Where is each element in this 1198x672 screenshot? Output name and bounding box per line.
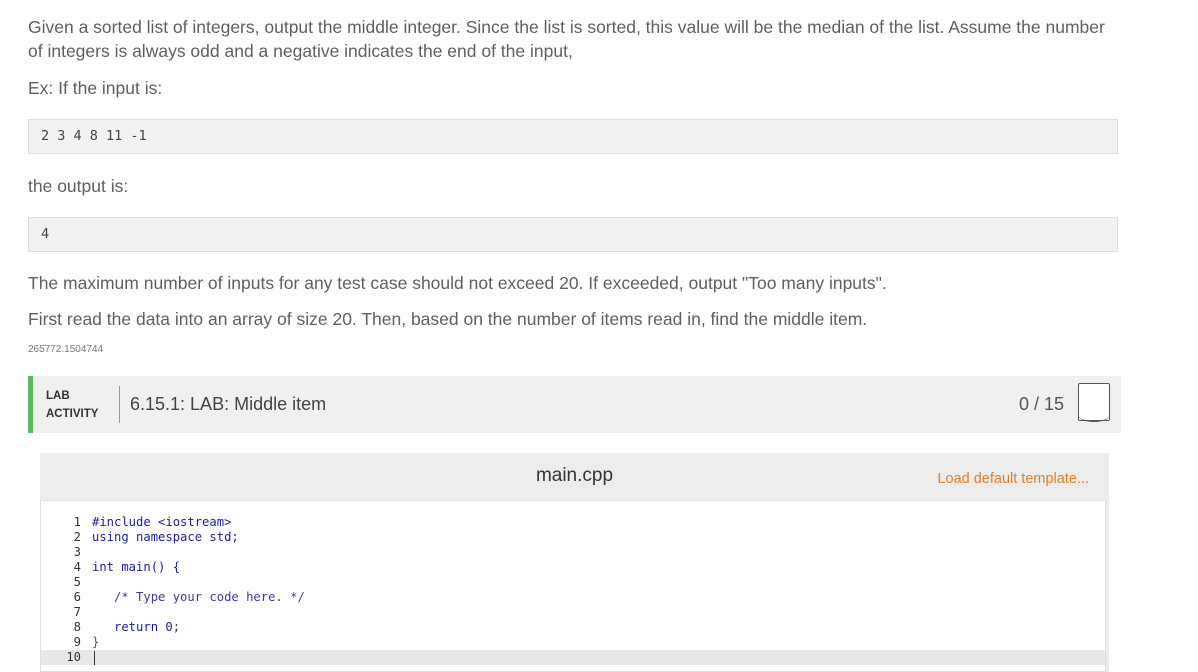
lab-activity-panel: LAB ACTIVITY 6.15.1: LAB: Middle item 0 …	[28, 376, 1121, 672]
problem-id-code: 265772.1504744	[28, 344, 104, 355]
editor-file-bar: main.cpp Load default template...	[40, 453, 1109, 500]
score-badge-icon	[1077, 383, 1110, 422]
lab-header: LAB ACTIVITY 6.15.1: LAB: Middle item 0 …	[28, 376, 1121, 433]
text-cursor	[94, 650, 95, 665]
lab-tag-line2: ACTIVITY	[46, 408, 99, 420]
code-line[interactable]: 6 /* Type your code here. */	[41, 590, 1105, 605]
code-text: return 0;	[92, 620, 181, 634]
line-number: 2	[73, 530, 81, 544]
load-default-template-link[interactable]: Load default template...	[937, 471, 1089, 487]
line-number: 5	[73, 575, 81, 589]
lab-tag-line1: LAB	[46, 390, 70, 402]
max-inputs-note: The maximum number of inputs for any tes…	[28, 273, 887, 293]
code-line-active[interactable]: 10	[41, 650, 1105, 665]
code-text: using namespace std;	[92, 530, 239, 544]
line-number: 10	[66, 650, 81, 664]
code-line[interactable]: 8 return 0;	[41, 620, 1105, 635]
code-editor[interactable]: 1 #include <iostream> 2 using namespace …	[40, 500, 1106, 672]
code-line[interactable]: 3	[41, 545, 1105, 560]
line-number: 9	[73, 635, 81, 649]
code-line[interactable]: 5	[41, 575, 1105, 590]
code-line[interactable]: 9 }	[41, 635, 1105, 650]
example-output-box: 4	[28, 217, 1118, 252]
code-text: /* Type your code here. */	[92, 590, 305, 604]
example-input-box: 2 3 4 8 11 -1	[28, 119, 1118, 154]
lab-activity-tag: LAB ACTIVITY	[46, 388, 98, 422]
code-text: #include <iostream>	[92, 515, 232, 529]
line-number: 1	[73, 515, 81, 529]
code-text: }	[92, 635, 100, 649]
code-text	[92, 650, 95, 665]
problem-intro: Given a sorted list of integers, output …	[28, 17, 1105, 61]
example-output-label: the output is:	[28, 176, 129, 196]
code-editor-panel: main.cpp Load default template... 1 #inc…	[40, 453, 1109, 672]
code-text: int main() {	[92, 560, 181, 574]
instruction-text: First read the data into an array of siz…	[28, 309, 868, 329]
lab-title: 6.15.1: LAB: Middle item	[130, 394, 327, 414]
code-line[interactable]: 2 using namespace std;	[41, 530, 1105, 545]
code-line[interactable]: 7	[41, 605, 1105, 620]
line-number: 4	[73, 560, 81, 574]
lab-header-divider	[119, 386, 120, 423]
line-number: 8	[73, 620, 81, 634]
lab-score: 0 / 15	[1018, 394, 1064, 414]
example-input-label: Ex: If the input is:	[28, 78, 163, 98]
line-number: 6	[73, 590, 81, 604]
code-line[interactable]: 1 #include <iostream>	[41, 515, 1105, 530]
code-line[interactable]: 4 int main() {	[41, 560, 1105, 575]
line-number: 3	[73, 545, 81, 559]
line-number: 7	[73, 605, 81, 619]
